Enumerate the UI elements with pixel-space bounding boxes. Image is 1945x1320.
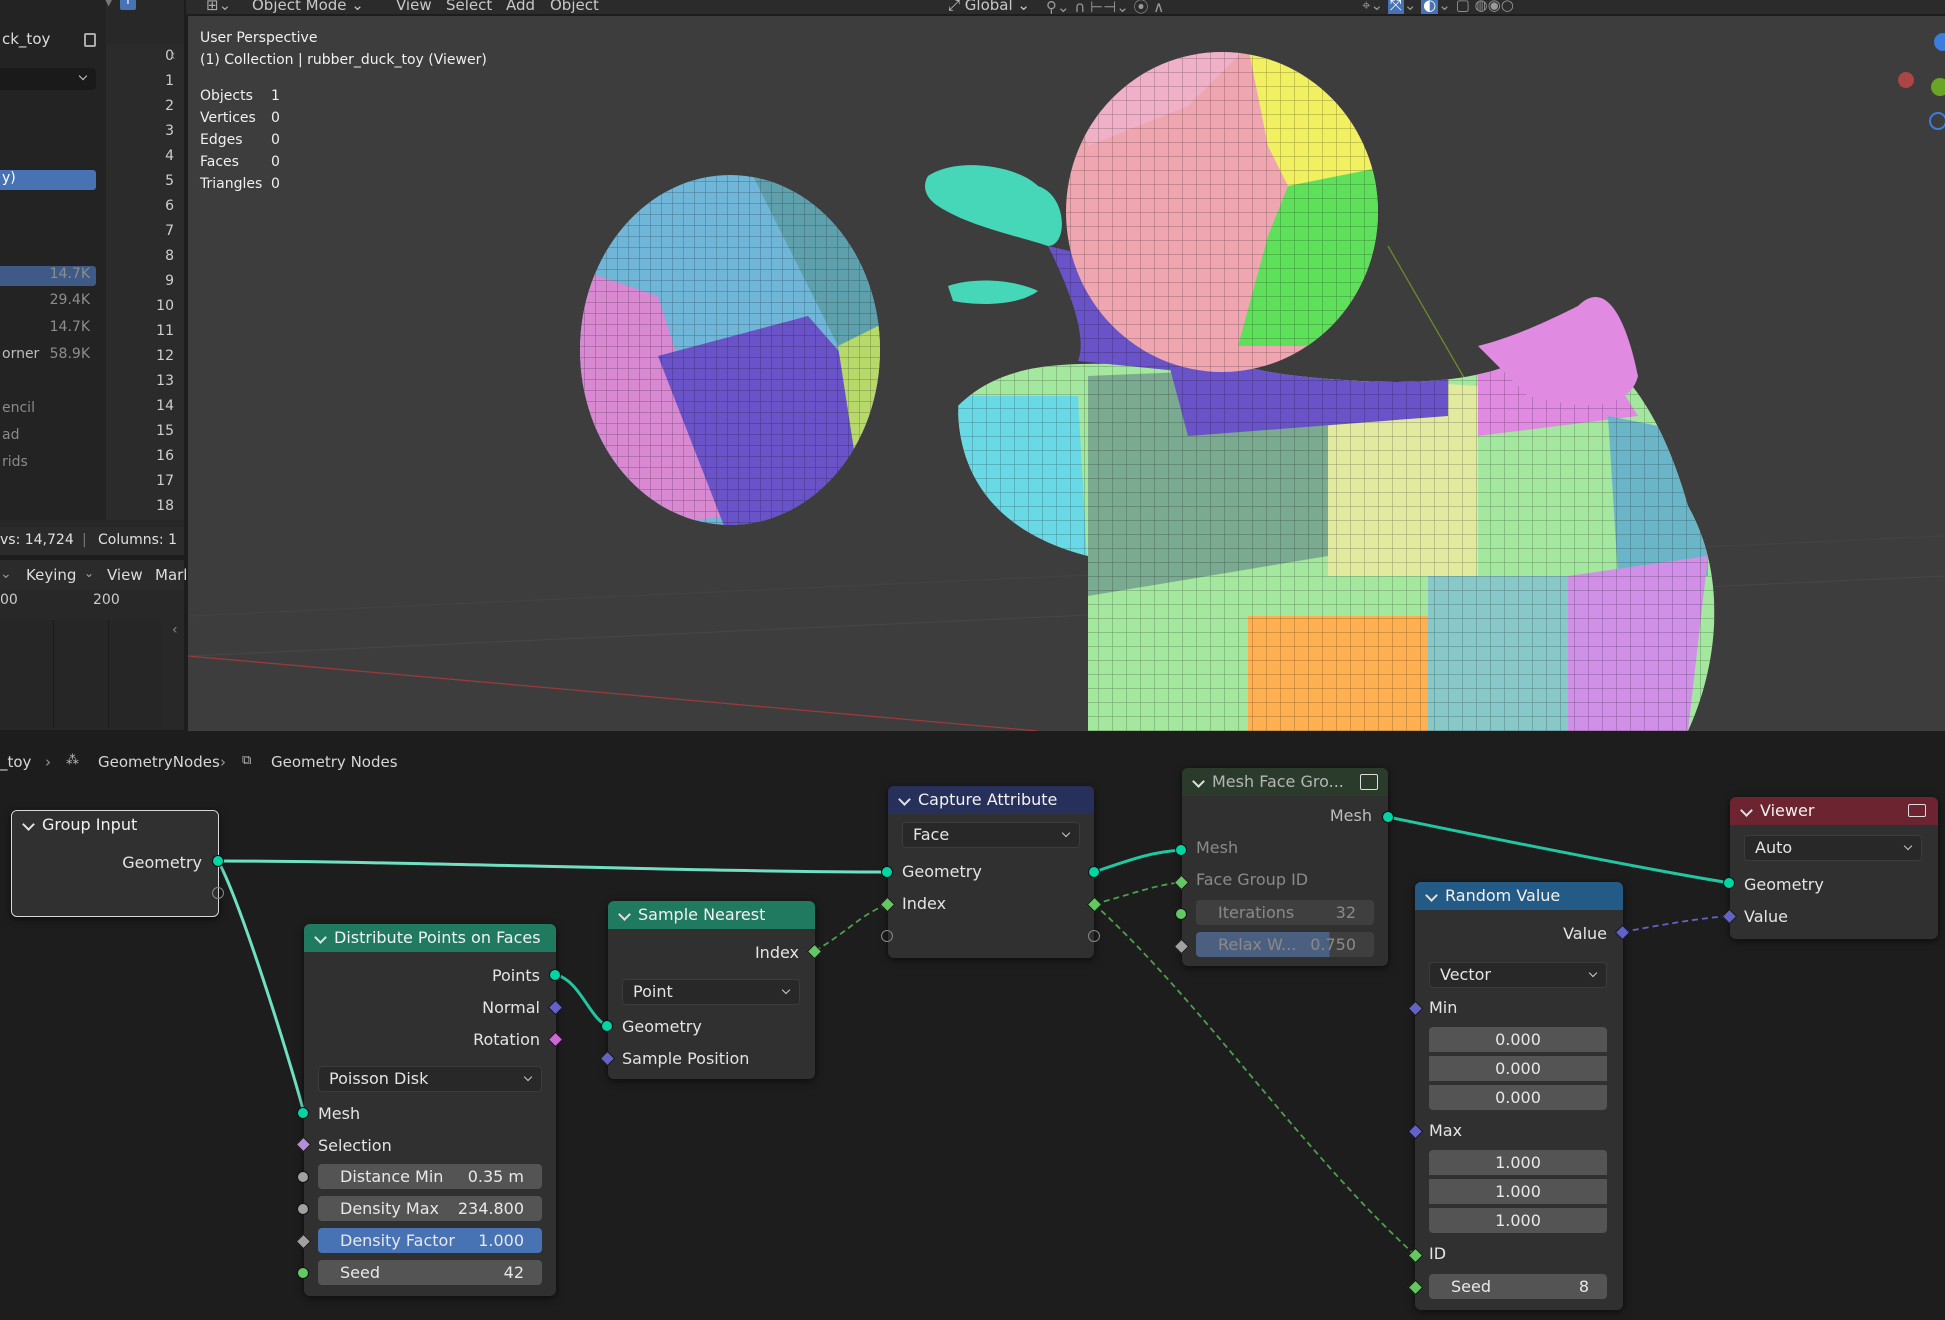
socket-distance-in[interactable] [297, 1171, 309, 1183]
socket-label: Mesh [318, 1104, 361, 1123]
node-header[interactable]: Sample Nearest [608, 901, 815, 929]
density-max-field[interactable]: Density Max 234.800 [318, 1196, 542, 1221]
socket-mesh-in[interactable] [1175, 844, 1187, 856]
node-group-input[interactable]: Group Input Geometry [11, 810, 219, 917]
socket-mesh-out[interactable] [1382, 811, 1394, 823]
socket-seed-in[interactable] [297, 1267, 309, 1279]
seed-field[interactable]: Seed 42 [318, 1260, 542, 1285]
socket-label: Geometry [122, 853, 202, 872]
link-viewer-geometry [1387, 815, 1731, 885]
max-x-field[interactable]: 1.000 [1429, 1150, 1607, 1175]
max-z-field[interactable]: 1.000 [1429, 1208, 1607, 1233]
socket-label: Points [491, 966, 540, 985]
node-links [216, 815, 1731, 1256]
link-points [555, 973, 609, 1028]
distance-min-field[interactable]: Distance Min 0.35 m [318, 1164, 542, 1189]
link-face-group [1093, 881, 1183, 905]
socket-label: Selection [318, 1136, 392, 1155]
link-index [814, 903, 889, 952]
node-sample-nearest[interactable]: Sample Nearest Index Point Geometry Samp… [608, 901, 815, 1079]
link-mesh [216, 860, 306, 1114]
socket-label: Geometry [902, 862, 982, 881]
socket-geometry-in[interactable] [881, 866, 893, 878]
socket-label: Mesh [1329, 806, 1372, 825]
socket-label: Rotation [473, 1030, 540, 1049]
link-capture-geometry [1093, 848, 1183, 874]
sample-domain-select[interactable]: Point [622, 979, 800, 1005]
socket-iterations-in[interactable] [1175, 908, 1187, 920]
node-header[interactable]: Mesh Face Gro... [1182, 768, 1388, 796]
socket-geometry-in[interactable] [1723, 877, 1735, 889]
seed-field[interactable]: Seed 8 [1429, 1274, 1607, 1299]
min-y-field[interactable]: 0.000 [1429, 1056, 1607, 1081]
capture-domain-select[interactable]: Face [902, 822, 1080, 848]
node-header[interactable]: Distribute Points on Faces [304, 924, 556, 952]
node-capture-attribute[interactable]: Capture Attribute Face Geometry Index [888, 786, 1094, 958]
min-x-field[interactable]: 0.000 [1429, 1027, 1607, 1052]
node-viewer[interactable]: Viewer Auto Geometry Value [1730, 797, 1938, 939]
socket-label: Face Group ID [1196, 870, 1309, 889]
viewer-domain-select[interactable]: Auto [1744, 835, 1922, 861]
socket-points-out[interactable] [549, 969, 561, 981]
data-type-select[interactable]: Vector [1429, 962, 1607, 988]
socket-empty-out[interactable] [1088, 930, 1100, 942]
node-distribute-points[interactable]: Distribute Points on Faces Points Normal… [304, 924, 556, 1296]
relax-weight-field[interactable]: Relax W... 0.750 [1196, 932, 1374, 957]
socket-geometry-out[interactable] [1088, 866, 1100, 878]
viewer-monitor-icon[interactable] [1908, 804, 1926, 817]
node-random-value[interactable]: Random Value Value Vector Min 0.000 0.00… [1415, 882, 1623, 1310]
socket-geometry-in[interactable] [601, 1020, 613, 1032]
socket-label: Max [1429, 1121, 1463, 1140]
density-factor-field[interactable]: Density Factor 1.000 [318, 1228, 542, 1253]
socket-label: Min [1429, 998, 1458, 1017]
node-header[interactable]: Group Input [12, 811, 218, 839]
socket-empty[interactable] [212, 887, 224, 899]
socket-empty-in[interactable] [881, 930, 893, 942]
socket-label: ID [1429, 1244, 1447, 1263]
group-icon[interactable] [1360, 774, 1378, 790]
socket-mesh-in[interactable] [297, 1107, 309, 1119]
node-header[interactable]: Random Value [1415, 882, 1623, 910]
socket-label: Geometry [622, 1017, 702, 1036]
link-geometry [217, 859, 889, 874]
link-value [1622, 915, 1731, 933]
node-mesh-face-group[interactable]: Mesh Face Gro... Mesh Mesh Face Group ID… [1182, 768, 1388, 966]
socket-label: Normal [482, 998, 540, 1017]
socket-density-in[interactable] [297, 1203, 309, 1215]
max-y-field[interactable]: 1.000 [1429, 1179, 1607, 1204]
socket-label: Mesh [1196, 838, 1239, 857]
iterations-field[interactable]: Iterations 32 [1196, 900, 1374, 925]
socket-label: Index [902, 894, 947, 913]
socket-label: Index [754, 943, 799, 962]
socket-label: Value [1744, 907, 1788, 926]
min-z-field[interactable]: 0.000 [1429, 1085, 1607, 1110]
socket-label: Sample Position [622, 1049, 750, 1068]
distribute-method-select[interactable]: Poisson Disk [318, 1066, 542, 1092]
node-header[interactable]: Viewer [1730, 797, 1938, 825]
socket-label: Geometry [1744, 875, 1824, 894]
socket-label: Value [1563, 924, 1607, 943]
socket-geometry-out[interactable] [212, 855, 224, 867]
node-header[interactable]: Capture Attribute [888, 786, 1094, 814]
